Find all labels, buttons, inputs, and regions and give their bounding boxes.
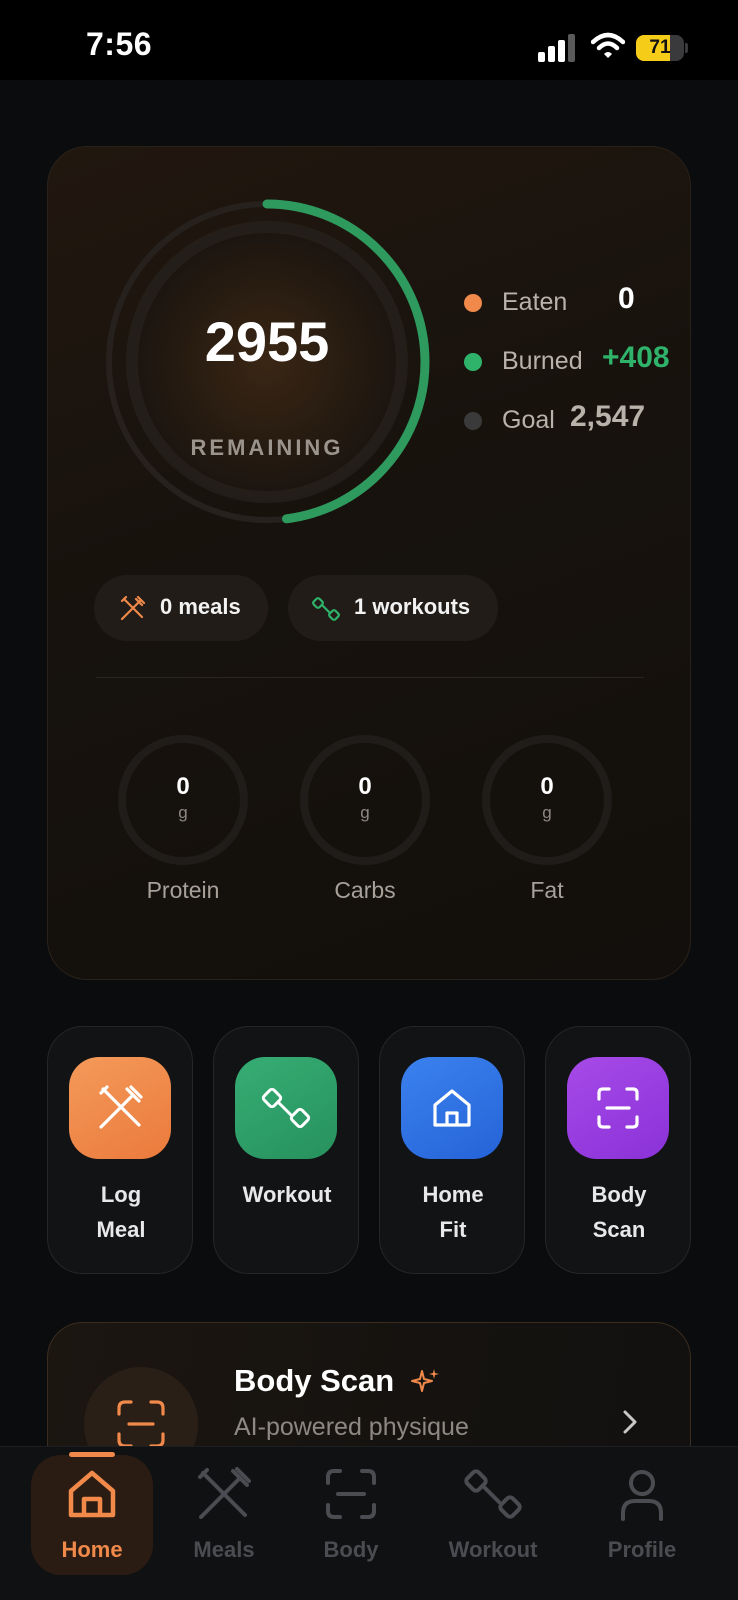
battery-percent: 71 xyxy=(649,37,671,58)
card-divider xyxy=(96,677,644,678)
tab-workout[interactable]: Workout xyxy=(436,1455,550,1575)
home-icon xyxy=(68,1470,116,1518)
dumbbell-icon xyxy=(312,597,340,621)
home-icon xyxy=(433,1089,471,1127)
calorie-summary-card: 2955 REMAINING Eaten 0 Burned +408 Goal … xyxy=(47,146,691,980)
macro-carbs: 0 g Carbs xyxy=(300,735,430,915)
active-tab-indicator xyxy=(69,1452,115,1457)
scan-icon xyxy=(326,1469,376,1519)
tab-bar: Home Meals Body Workout Profile xyxy=(0,1446,738,1600)
meals-count-chip[interactable]: 0 meals xyxy=(94,575,268,641)
body-scan-tile xyxy=(567,1057,669,1159)
scan-icon xyxy=(117,1400,165,1448)
fork-knife-icon xyxy=(198,1467,251,1519)
person-icon xyxy=(621,1470,663,1521)
legend-burned: Burned +408 xyxy=(464,341,694,381)
dumbbell-icon xyxy=(261,1087,311,1129)
macro-protein: 0 g Protein xyxy=(118,735,248,915)
eaten-value: 0 xyxy=(618,282,635,315)
workouts-count-chip[interactable]: 1 workouts xyxy=(288,575,498,641)
log-meal-tile xyxy=(69,1057,171,1159)
eaten-dot-icon xyxy=(464,294,482,312)
sparkle-icon xyxy=(411,1369,439,1392)
tab-body[interactable]: Body xyxy=(303,1455,399,1575)
tab-profile[interactable]: Profile xyxy=(594,1455,690,1575)
goal-value: 2,547 xyxy=(570,400,646,433)
fork-knife-icon xyxy=(120,595,146,621)
log-meal-button[interactable]: Log Meal xyxy=(47,1026,193,1274)
scan-icon xyxy=(597,1087,639,1129)
legend-goal: Goal 2,547 xyxy=(464,400,694,440)
wifi-icon xyxy=(591,32,625,58)
home-fit-button[interactable]: Home Fit xyxy=(379,1026,525,1274)
calories-remaining-label: REMAINING xyxy=(190,435,344,460)
burned-dot-icon xyxy=(464,353,482,371)
workout-button[interactable]: Workout xyxy=(213,1026,359,1274)
calories-remaining-value: 2955 xyxy=(204,310,330,373)
fork-knife-icon xyxy=(99,1085,143,1129)
status-time: 7:56 xyxy=(86,26,153,62)
dumbbell-icon xyxy=(464,1469,522,1519)
goal-dot-icon xyxy=(464,412,482,430)
body-scan-button[interactable]: Body Scan xyxy=(545,1026,691,1274)
body-scan-card-subtitle: AI-powered physique xyxy=(234,1413,469,1441)
tab-home[interactable]: Home xyxy=(31,1455,153,1575)
home-fit-tile xyxy=(401,1057,503,1159)
legend-eaten: Eaten 0 xyxy=(464,282,694,322)
calorie-ring: 2955 REMAINING xyxy=(102,197,432,527)
body-scan-card-title: Body Scan xyxy=(234,1363,395,1398)
burned-value: +408 xyxy=(602,341,670,374)
workout-tile xyxy=(235,1057,337,1159)
cellular-signal-icon xyxy=(538,34,575,62)
status-bar: 7:56 71 xyxy=(0,0,738,80)
chevron-right-icon xyxy=(623,1410,637,1434)
macro-fat: 0 g Fat xyxy=(482,735,612,915)
battery-indicator: 71 xyxy=(636,35,688,61)
tab-meals[interactable]: Meals xyxy=(176,1455,272,1575)
